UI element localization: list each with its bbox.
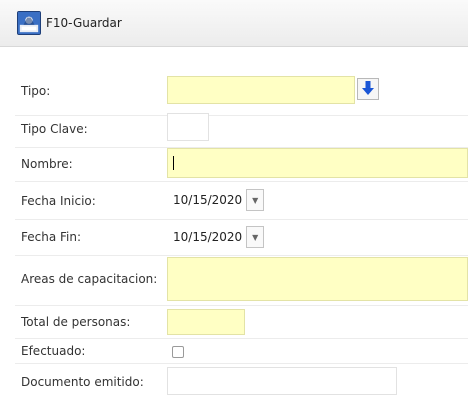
toolbar: F10-Guardar xyxy=(0,0,468,47)
nombre-label: Nombre: xyxy=(21,157,73,171)
row-areas: Areas de capacitacion: xyxy=(15,256,468,306)
fecha-inicio-label: Fecha Inicio: xyxy=(21,194,96,208)
save-button-label: F10-Guardar xyxy=(46,16,122,30)
row-fecha-fin: Fecha Fin: 10/15/2020 ▼ xyxy=(15,220,468,256)
save-disk-icon xyxy=(17,11,41,35)
row-tipo: Tipo: xyxy=(15,66,468,116)
row-fecha-inicio: Fecha Inicio: 10/15/2020 ▼ xyxy=(15,182,468,220)
efectuado-checkbox[interactable] xyxy=(172,346,184,358)
areas-label: Areas de capacitacion: xyxy=(21,272,158,286)
tipo-clave-label: Tipo Clave: xyxy=(21,122,88,136)
fecha-fin-value[interactable]: 10/15/2020 xyxy=(173,230,242,244)
text-cursor xyxy=(173,156,174,170)
tipo-clave-field xyxy=(167,113,209,141)
form-panel: Tipo: Tipo Clave: Nombre: Fecha Inicio: … xyxy=(0,66,468,400)
fecha-inicio-field[interactable]: 10/15/2020 ▼ xyxy=(173,189,265,211)
save-button[interactable]: F10-Guardar xyxy=(17,10,122,36)
row-tipo-clave: Tipo Clave: xyxy=(15,113,468,148)
row-efectuado: Efectuado: xyxy=(15,339,468,364)
total-personas-label: Total de personas: xyxy=(21,315,131,329)
fecha-inicio-value[interactable]: 10/15/2020 xyxy=(173,193,242,207)
fecha-inicio-dropdown-icon[interactable]: ▼ xyxy=(246,189,265,211)
documento-label: Documento emitido: xyxy=(21,375,144,389)
tipo-lookup-button[interactable] xyxy=(357,78,379,100)
fecha-fin-field[interactable]: 10/15/2020 ▼ xyxy=(173,226,265,248)
documento-input[interactable] xyxy=(167,367,397,395)
row-documento: Documento emitido: xyxy=(15,364,468,400)
row-total-personas: Total de personas: xyxy=(15,306,468,339)
fecha-fin-dropdown-icon[interactable]: ▼ xyxy=(246,226,265,248)
areas-input[interactable] xyxy=(167,257,468,301)
tipo-label: Tipo: xyxy=(21,84,51,98)
total-personas-input[interactable] xyxy=(167,309,245,335)
row-nombre: Nombre: xyxy=(15,148,468,182)
fecha-fin-label: Fecha Fin: xyxy=(21,230,82,244)
arrow-down-icon xyxy=(361,80,375,99)
efectuado-label: Efectuado: xyxy=(21,344,86,358)
nombre-input[interactable] xyxy=(167,148,468,178)
tipo-input[interactable] xyxy=(167,76,355,104)
